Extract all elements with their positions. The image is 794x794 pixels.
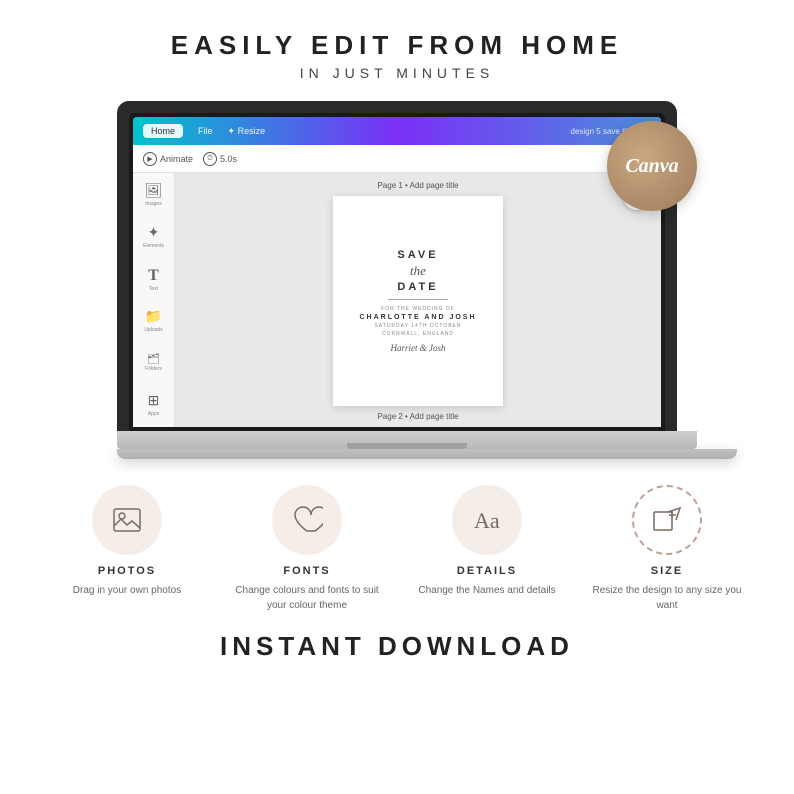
size-label: SIZE: [651, 565, 683, 577]
sidebar-images[interactable]: 🖼 Images: [140, 181, 168, 209]
laptop-base: [117, 431, 697, 449]
details-desc: Change the Names and details: [418, 583, 555, 598]
photos-icon-circle: [92, 485, 162, 555]
resize-button[interactable]: ✦ Resize: [228, 126, 266, 137]
canvas-area: Page 1 • Add page title SAVE the DATE FO…: [175, 173, 661, 427]
image-icon: [111, 504, 143, 536]
canva-badge: Canva: [607, 121, 697, 211]
sidebar-apps[interactable]: ⊞ Apps: [140, 391, 168, 419]
sidebar-text[interactable]: T Text: [140, 265, 168, 293]
clock-icon: ⏱: [203, 152, 217, 166]
sidebar-folders[interactable]: 🗂 Folders: [140, 349, 168, 377]
card-date: DATE: [397, 281, 438, 293]
sidebar-uploads[interactable]: 📁 Uploads: [140, 307, 168, 335]
features-section: PHOTOS Drag in your own photos FONTS Cha…: [20, 485, 774, 613]
canva-main-area: 🖼 Images ✦ Elements T Text: [133, 173, 661, 427]
save-date-card: SAVE the DATE FOR THE WEDDING OF CHARLOT…: [333, 196, 503, 406]
fonts-desc: Change colours and fonts to suit your co…: [232, 583, 382, 613]
photos-desc: Drag in your own photos: [73, 583, 181, 598]
feature-photos: PHOTOS Drag in your own photos: [52, 485, 202, 613]
heart-icon: [291, 504, 323, 536]
animate-button[interactable]: ▶ Animate: [143, 152, 193, 166]
card-location: CORNWALL, ENGLAND: [382, 331, 454, 337]
feature-fonts: FONTS Change colours and fonts to suit y…: [232, 485, 382, 613]
feature-details: Aa DETAILS Change the Names and details: [412, 485, 562, 613]
laptop-wrapper: Home File ✦ Resize design 5 save the da.…: [117, 101, 677, 459]
feature-size: SIZE Resize the design to any size you w…: [592, 485, 742, 613]
canva-badge-text: Canva: [625, 155, 678, 178]
sub-title: IN JUST MINUTES: [300, 65, 495, 81]
duration-display: ⏱ 5.0s: [203, 152, 237, 166]
page1-header: Page 1 • Add page title: [377, 181, 458, 190]
card-divider: [388, 299, 448, 300]
svg-text:Aa: Aa: [474, 508, 500, 533]
fonts-icon-circle: [272, 485, 342, 555]
bottom-title: INSTANT DOWNLOAD: [220, 631, 574, 662]
card-date-text: SATURDAY 14TH OCTOBER: [374, 323, 461, 329]
canva-topbar: Home File ✦ Resize design 5 save the da.…: [133, 117, 661, 145]
sidebar-elements[interactable]: ✦ Elements: [140, 223, 168, 251]
canva-sidebar: 🖼 Images ✦ Elements T Text: [133, 173, 175, 427]
main-page: EASILY EDIT FROM HOME IN JUST MINUTES Ho…: [0, 0, 794, 794]
card-names: CHARLOTTE AND JOSH: [359, 314, 476, 321]
card-for: FOR THE WEDDING OF: [381, 306, 455, 312]
canva-toolbar: ▶ Animate ⏱ 5.0s: [133, 145, 661, 173]
main-title: EASILY EDIT FROM HOME: [171, 30, 624, 61]
resize-icon: [651, 504, 683, 536]
home-button[interactable]: Home: [143, 124, 183, 138]
fonts-label: FONTS: [283, 565, 330, 577]
photos-label: PHOTOS: [98, 565, 156, 577]
details-icon-circle: Aa: [452, 485, 522, 555]
laptop-body: Home File ✦ Resize design 5 save the da.…: [117, 101, 677, 431]
size-desc: Resize the design to any size you want: [592, 583, 742, 613]
size-icon-circle: [632, 485, 702, 555]
details-label: DETAILS: [457, 565, 517, 577]
card-save: SAVE: [397, 249, 438, 261]
screen: Home File ✦ Resize design 5 save the da.…: [133, 117, 661, 427]
animate-icon: ▶: [143, 152, 157, 166]
card-signature: Harriet & Josh: [391, 343, 446, 353]
page2-header: Page 2 • Add page title: [377, 412, 458, 421]
screen-bezel: Home File ✦ Resize design 5 save the da.…: [129, 113, 665, 431]
aa-icon: Aa: [471, 504, 503, 536]
laptop-foot: [117, 449, 737, 459]
file-button[interactable]: File: [198, 126, 213, 136]
card-the: the: [410, 263, 426, 279]
